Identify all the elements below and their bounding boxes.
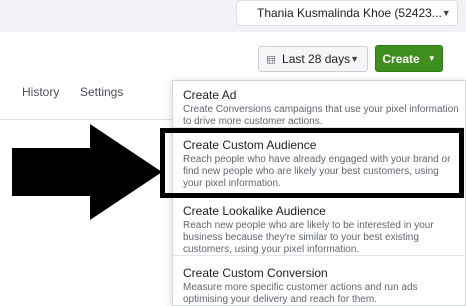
menu-item-description: Measure more specific customer actions a… (183, 282, 418, 305)
caret-down-icon: ▼ (350, 54, 359, 64)
account-name: Thania Kusmalinda Khoe (52423... (257, 6, 442, 20)
create-button[interactable]: Create ▼ (375, 45, 443, 72)
date-range-label: Last 28 days (282, 52, 351, 66)
menu-item-title: Create Lookalike Audience (183, 204, 326, 218)
date-range-button[interactable]: Last 28 days ▼ (258, 46, 368, 72)
create-button-label: Create (382, 51, 420, 66)
caret-down-icon: ▼ (427, 54, 436, 63)
account-selector[interactable]: Thania Kusmalinda Khoe (52423... ▼ (236, 0, 458, 26)
tab-history[interactable]: History (22, 85, 59, 99)
menu-item-create-ad[interactable]: Create Ad Create Conversions campaigns t… (173, 87, 466, 128)
menu-item-title: Create Custom Conversion (183, 266, 328, 280)
divider (173, 255, 466, 256)
menu-item-description: Create Conversions campaigns that use yo… (183, 104, 459, 127)
menu-item-create-lookalike-audience[interactable]: Create Lookalike Audience Reach new peop… (173, 203, 466, 256)
menu-item-create-custom-conversion[interactable]: Create Custom Conversion Measure more sp… (173, 265, 466, 306)
arrow-right-icon (12, 124, 162, 220)
caret-down-icon: ▼ (441, 8, 451, 18)
menu-item-title: Create Ad (183, 88, 237, 102)
calendar-icon (267, 55, 276, 64)
highlight-box (160, 128, 464, 198)
top-bar: Thania Kusmalinda Khoe (52423... ▼ (0, 0, 466, 32)
tab-settings[interactable]: Settings (80, 85, 123, 99)
menu-item-description: Reach new people who are likely to be in… (183, 220, 434, 255)
